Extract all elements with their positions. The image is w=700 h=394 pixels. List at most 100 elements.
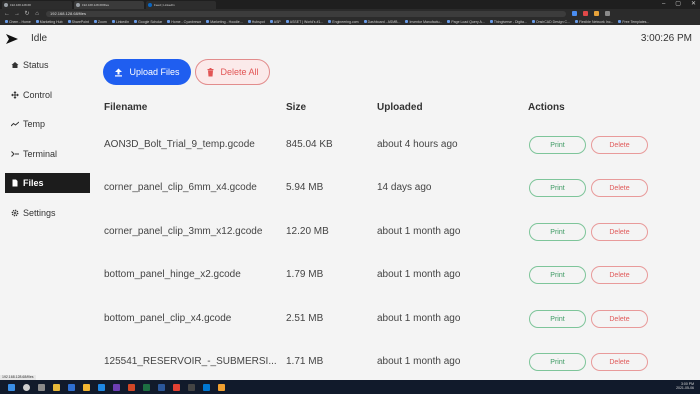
print-button[interactable]: Print: [529, 179, 586, 197]
file-size: 1.71 MB: [286, 356, 324, 367]
bookmark-icon: [247, 20, 251, 23]
bookmark[interactable]: SharePoint: [67, 20, 89, 24]
home-icon[interactable]: ⌂: [34, 11, 40, 17]
delete-all-label: Delete All: [220, 67, 259, 77]
windows-start-icon[interactable]: [8, 383, 15, 391]
delete-button[interactable]: Delete: [591, 223, 648, 241]
sidebar-item-control[interactable]: Control: [5, 85, 90, 105]
bookmark-icon: [111, 20, 115, 23]
print-button[interactable]: Print: [529, 353, 586, 371]
column-header-size: Size: [286, 102, 307, 113]
bookmark-label: Chem - Home: [9, 19, 31, 24]
delete-button[interactable]: Delete: [591, 266, 648, 284]
task-view-icon[interactable]: [38, 383, 45, 391]
print-button[interactable]: Print: [529, 223, 586, 241]
excel-icon[interactable]: [143, 383, 150, 391]
app-main: Idle 3:00:26 PM Status Control Temp Term…: [0, 25, 700, 380]
taskbar-date: 2021-05-06: [676, 386, 694, 390]
bookmark-icon: [531, 20, 535, 23]
clock: 3:00:26 PM: [640, 33, 692, 44]
bookmark[interactable]: Engineering.com: [328, 20, 359, 24]
bookmark-label: ASSET | World's #1...: [289, 19, 324, 24]
edge-icon[interactable]: [98, 383, 105, 391]
outlook-icon[interactable]: [68, 383, 75, 391]
delete-all-button[interactable]: Delete All: [195, 59, 270, 85]
file-uploaded: about 1 month ago: [377, 313, 461, 324]
teams-icon[interactable]: [113, 383, 120, 391]
bookmark-label: Hubspot: [251, 19, 265, 24]
tab-favicon-icon: [4, 3, 8, 7]
browser-tab[interactable]: Feed | LinkedIn: [146, 1, 216, 9]
print-button[interactable]: Print: [529, 136, 586, 154]
upload-files-button[interactable]: Upload Files: [103, 59, 191, 85]
delete-button[interactable]: Delete: [591, 310, 648, 328]
bookmark[interactable]: Home - Cyanbrewz: [167, 20, 201, 24]
home-icon: [11, 61, 19, 69]
chrome-icon[interactable]: [173, 383, 180, 391]
sidebar-item-label: Status: [23, 60, 49, 70]
file-explorer-icon[interactable]: [53, 383, 60, 391]
bookmark[interactable]: Zoom: [93, 20, 107, 24]
taskbar-clock[interactable]: 3:00 PM 2021-05-06: [676, 382, 694, 390]
delete-button[interactable]: Delete: [591, 136, 648, 154]
browser-tab-active[interactable]: 192.168.128.68/files: [74, 1, 144, 9]
search-icon[interactable]: [23, 383, 30, 391]
bookmark[interactable]: Dashboard - ASMB...: [363, 20, 400, 24]
file-size: 12.20 MB: [286, 226, 329, 237]
bookmark[interactable]: ASP: [269, 20, 281, 24]
profile-icon[interactable]: [605, 11, 610, 16]
bookmark[interactable]: Marketing - Hoodie...: [206, 20, 243, 24]
reload-icon[interactable]: ↻: [24, 10, 30, 17]
file-name: 125541_RESERVOIR_-_SUBMERSI...: [104, 356, 277, 367]
tab-label: 192.168.128.68: [10, 3, 31, 7]
print-button[interactable]: Print: [529, 310, 586, 328]
bookmark[interactable]: Inventor Manufactu...: [405, 20, 442, 24]
bookmark[interactable]: Hubspot: [247, 19, 265, 24]
window-controls: – ▢ ✕: [662, 1, 696, 7]
bookmark[interactable]: Chem - Home: [5, 20, 31, 24]
bookmark-icon: [328, 20, 332, 23]
bookmark[interactable]: Flexible Network Inc...: [574, 20, 613, 24]
bookmark-icon: [134, 20, 138, 23]
table-row: corner_panel_clip_3mm_x12.gcode 12.20 MB…: [0, 223, 700, 266]
bookmark-icon: [5, 20, 8, 23]
file-uploaded: 14 days ago: [377, 182, 432, 193]
extension-icon[interactable]: [572, 11, 577, 16]
bookmark[interactable]: Page Load Query A...: [447, 19, 485, 24]
powerpoint-icon[interactable]: [128, 383, 135, 391]
back-icon[interactable]: ←: [4, 11, 10, 17]
bookmark[interactable]: LinkedIn: [111, 20, 129, 24]
maximize-icon[interactable]: ▢: [675, 1, 681, 7]
word-icon[interactable]: [158, 383, 165, 391]
close-icon[interactable]: ✕: [691, 1, 696, 7]
file-name: bottom_panel_hinge_x2.gcode: [104, 269, 241, 280]
browser-tab[interactable]: 192.168.128.68: [2, 1, 72, 9]
app-icon[interactable]: [83, 383, 90, 391]
forward-icon[interactable]: →: [14, 11, 20, 17]
table-row: AON3D_Bolt_Trial_9_temp.gcode 845.04 KB …: [0, 136, 700, 179]
bookmark[interactable]: Free Templates...: [618, 20, 649, 24]
upload-files-label: Upload Files: [129, 67, 180, 77]
sidebar-item-temp[interactable]: Temp: [5, 114, 90, 134]
app-icon[interactable]: [203, 383, 210, 391]
app-icon[interactable]: [218, 383, 225, 391]
app-icon[interactable]: [188, 383, 195, 391]
extension-icon[interactable]: [594, 11, 599, 16]
file-name: corner_panel_clip_6mm_x4.gcode: [104, 182, 257, 193]
delete-button[interactable]: Delete: [591, 353, 648, 371]
bookmark[interactable]: ASSET | World's #1...: [285, 19, 324, 24]
bookmark[interactable]: Marketing Hub: [35, 20, 63, 24]
bookmark-label: Inventor Manufactu...: [409, 19, 443, 24]
extension-icon[interactable]: [583, 11, 588, 16]
bookmarks-bar: Chem - Home Marketing Hub SharePoint Zoo…: [0, 18, 700, 25]
bookmark-label: Page Load Query A...: [451, 19, 485, 24]
print-button[interactable]: Print: [529, 266, 586, 284]
sidebar-item-status[interactable]: Status: [5, 55, 90, 75]
bookmark[interactable]: OnshCAD Design C...: [531, 20, 570, 24]
url-input[interactable]: 192.168.128.68/files: [46, 10, 566, 17]
minimize-icon[interactable]: –: [662, 1, 665, 7]
bookmark[interactable]: Thingiverse - Digita...: [489, 20, 527, 24]
delete-button[interactable]: Delete: [591, 179, 648, 197]
bookmark[interactable]: Google Scholar: [134, 20, 162, 24]
file-name: AON3D_Bolt_Trial_9_temp.gcode: [104, 139, 255, 150]
